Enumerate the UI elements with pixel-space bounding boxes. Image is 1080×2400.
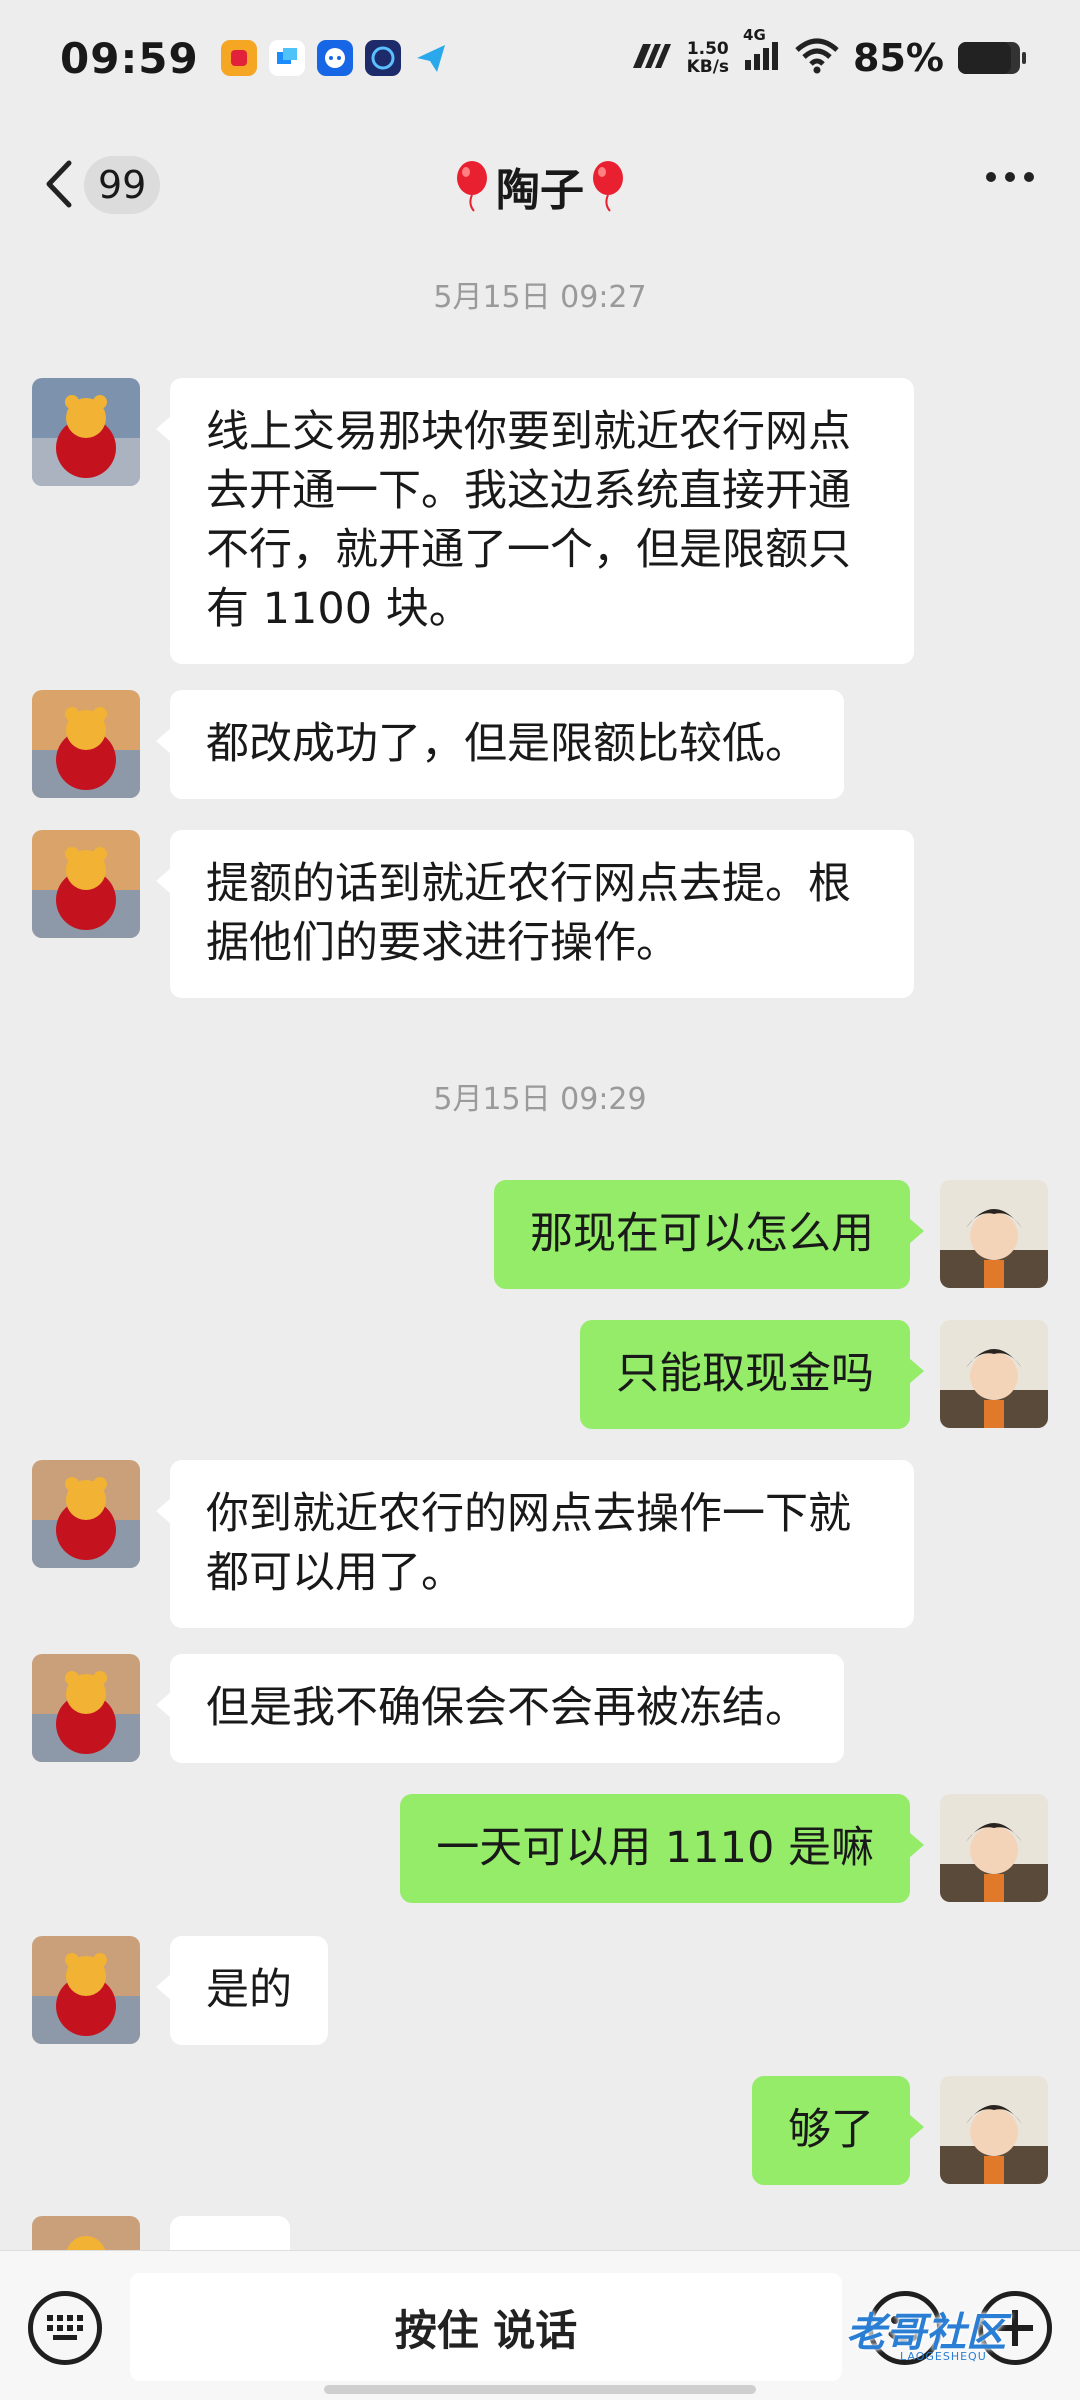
status-right: 1.50 KB/s 4G 85% (631, 26, 1026, 80)
message-bubble-self[interactable]: 只能取现金吗 (580, 1320, 924, 1429)
message-bubble[interactable]: 你到就近农行的网点去操作一下就都可以用了。 (156, 1460, 914, 1628)
contact-avatar[interactable] (32, 2216, 140, 2250)
network-speed-value: 1.50 (686, 39, 729, 59)
send-app-icon (413, 40, 449, 76)
my-avatar[interactable] (940, 2076, 1048, 2184)
contact-avatar[interactable] (32, 830, 140, 938)
contact-avatar[interactable] (32, 1936, 140, 2044)
contact-avatar[interactable] (32, 1460, 140, 1568)
signal-hd-icon (631, 42, 673, 74)
status-time: 09:59 (60, 33, 199, 83)
wifi-icon (795, 38, 839, 78)
robot-app-icon (316, 40, 353, 76)
shopping-app-icon (220, 40, 257, 76)
assistant-app-icon (364, 40, 401, 76)
cell-signal-icon (745, 42, 779, 70)
battery-icon (958, 42, 1026, 74)
message-bubble[interactable]: 都改成功了，但是限额比较低。 (156, 690, 844, 799)
chat-header: 99 陶子 (0, 116, 1080, 254)
my-avatar[interactable] (940, 1180, 1048, 1288)
message-bubble-self[interactable]: 够了 (752, 2076, 924, 2185)
message-bubble-self[interactable]: 那现在可以怎么用 (494, 1180, 924, 1289)
watermark-subtext: LAOGESHEQU (900, 2350, 987, 2363)
home-indicator[interactable] (324, 2385, 756, 2394)
keyboard-toggle-button[interactable] (28, 2291, 102, 2365)
message-bubble[interactable]: 线上交易那块你要到就近农行网点去开通一下。我这边系统直接开通不行，就开通了一个，… (156, 378, 914, 664)
message-bubble[interactable]: 但是我不确保会不会再被冻结。 (156, 1654, 844, 1763)
network-speed: 1.50 KB/s (687, 40, 729, 76)
message-timestamp: 5月15日 09:27 (433, 280, 647, 315)
contact-avatar[interactable] (32, 1654, 140, 1762)
my-avatar[interactable] (940, 1794, 1048, 1902)
my-avatar[interactable] (940, 1320, 1048, 1428)
network-type: 4G (743, 26, 766, 44)
message-timestamp: 5月15日 09:29 (433, 1082, 647, 1117)
cell-signal: 4G (743, 26, 781, 76)
contact-avatar[interactable] (32, 378, 140, 486)
contact-name: 陶子 (496, 165, 584, 216)
balloon-icon (452, 160, 492, 212)
message-bubble[interactable]: 是的 (156, 1936, 328, 2045)
balloon-icon (588, 160, 628, 212)
contact-avatar[interactable] (32, 690, 140, 798)
notification-icons (220, 40, 449, 76)
keyboard-icon (47, 2315, 83, 2340)
message-bubble[interactable]: 提额的话到就近农行网点去提。根据他们的要求进行操作。 (156, 830, 914, 998)
status-bar: 09:59 1.50 KB/s 4G 85% (0, 0, 1080, 116)
message-bubble[interactable] (170, 2216, 290, 2250)
chat-title: 陶子 (0, 154, 1080, 218)
hold-to-talk-button[interactable]: 按住 说话 (130, 2273, 842, 2381)
battery-percentage: 85% (853, 36, 944, 80)
message-bubble-self[interactable]: 一天可以用 1110 是嘛 (400, 1794, 924, 1903)
more-options-button[interactable] (986, 172, 1034, 182)
files-app-icon (268, 40, 305, 76)
message-list: 5月15日 09:27 线上交易那块你要到就近农行网点去开通一下。我这边系统直接… (0, 254, 1080, 2250)
network-speed-unit: KB/s (686, 57, 730, 77)
